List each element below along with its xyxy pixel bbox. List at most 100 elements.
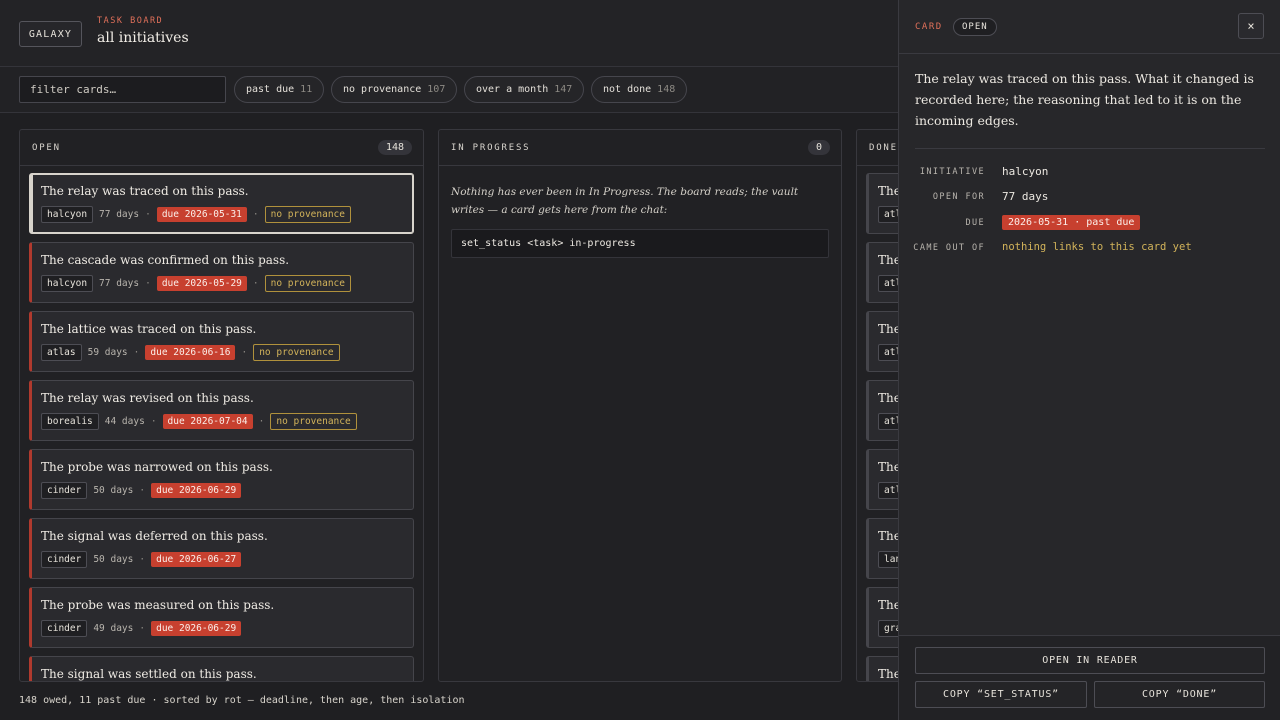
close-icon: × (1247, 19, 1255, 33)
due-badge: due 2026-06-29 (151, 621, 242, 636)
task-card[interactable]: The signal was deferred on this pass. ci… (29, 518, 414, 579)
chip-count: 107 (427, 84, 446, 95)
due-badge: due 2026-06-16 (145, 345, 236, 360)
copy-done-button[interactable]: COPY “DONE” (1094, 681, 1265, 708)
filter-chip-no-provenance[interactable]: no provenance 107 (331, 76, 458, 103)
meta-separator: · (133, 347, 140, 358)
chip-count: 147 (554, 84, 573, 95)
chip-label: over a month (476, 84, 549, 95)
column-title: DONE (869, 142, 898, 153)
provenance-badge: no provenance (264, 206, 351, 223)
meta-separator: · (258, 416, 265, 427)
meta-separator: · (252, 209, 259, 220)
filter-input[interactable] (19, 76, 226, 103)
meta-separator: · (139, 623, 146, 634)
page-title: all initiatives (97, 30, 189, 46)
card-age: 44 days (104, 416, 145, 427)
initiative-tag: cinder (41, 482, 88, 499)
column-title: OPEN (32, 142, 61, 153)
chip-label: no provenance (343, 84, 422, 95)
chip-count: 148 (657, 84, 676, 95)
card-title: The lattice was traced on this pass. (41, 322, 257, 336)
column-count: 148 (377, 140, 412, 155)
card-description: The relay was traced on this pass. What … (915, 71, 1254, 128)
status-badge: OPEN (953, 18, 997, 36)
meta-separator: · (145, 278, 151, 289)
card-age: 59 days (87, 347, 128, 358)
initiative-tag: atlas (41, 344, 82, 361)
due-label: DUE (965, 218, 985, 228)
empty-column-note: Nothing has ever been in In Progress. Th… (451, 186, 799, 216)
initiative-label: INITIATIVE (919, 167, 985, 177)
came-out-of-value: nothing links to this card yet (1002, 241, 1192, 253)
task-card[interactable]: The probe was measured on this pass. cin… (29, 587, 414, 648)
filter-chip-past-due[interactable]: past due 11 (234, 76, 325, 103)
filter-chip-over-a-month[interactable]: over a month 147 (464, 76, 585, 103)
divider (915, 148, 1265, 149)
column-title: IN PROGRESS (451, 142, 531, 153)
chip-count: 11 (300, 84, 313, 95)
logo-button[interactable]: GALAXY (19, 21, 82, 47)
copy-set-status-button[interactable]: COPY “SET_STATUS” (915, 681, 1087, 708)
card-age: 50 days (93, 485, 134, 496)
card-age: 50 days (93, 554, 134, 565)
task-card[interactable]: The cascade was confirmed on this pass. … (29, 242, 414, 303)
provenance-badge: no provenance (253, 344, 340, 361)
meta-separator: · (150, 416, 157, 427)
initiative-tag: cinder (41, 551, 88, 568)
meta-separator: · (241, 347, 248, 358)
card-title: The cascade was confirmed on this pass. (41, 253, 290, 267)
task-card[interactable]: The relay was revised on this pass. bore… (29, 380, 414, 441)
chip-label: past due (246, 84, 295, 95)
column-header: OPEN 148 (20, 130, 423, 166)
column-header: IN PROGRESS 0 (439, 130, 841, 166)
close-button[interactable]: × (1238, 13, 1264, 39)
task-card[interactable]: The relay was traced on this pass. halcy… (29, 173, 414, 234)
chip-label: not done (603, 84, 652, 95)
card-age: 77 days (99, 278, 140, 289)
status-bar: 148 owed, 11 past due · sorted by rot — … (19, 695, 465, 706)
open-for-label: OPEN FOR (932, 192, 985, 202)
provenance-badge: no provenance (270, 413, 357, 430)
meta-separator: · (139, 485, 146, 496)
command-snippet: set_status <task> in-progress (451, 229, 829, 258)
card-title: The probe was measured on this pass. (41, 598, 275, 612)
card-age: 49 days (93, 623, 134, 634)
card-title: The relay was traced on this pass. (41, 184, 249, 198)
provenance-badge: no provenance (264, 275, 351, 292)
initiative-tag: halcyon (41, 206, 94, 223)
column-in-progress: IN PROGRESS 0 Nothing has ever been in I… (438, 129, 842, 682)
due-badge: due 2026-05-31 (156, 207, 247, 222)
open-for-value: 77 days (1002, 190, 1049, 203)
came-out-of-label: CAME OUT OF (913, 243, 985, 253)
column-count: 0 (807, 140, 830, 155)
task-card[interactable]: The lattice was traced on this pass. atl… (29, 311, 414, 372)
due-badge: due 2026-06-27 (151, 552, 242, 567)
meta-separator: · (252, 278, 259, 289)
task-card[interactable]: The signal was settled on this pass. (29, 656, 414, 681)
initiative-tag: halcyon (41, 275, 94, 292)
initiative-tag: cinder (41, 620, 88, 637)
card-title: The probe was narrowed on this pass. (41, 460, 273, 474)
due-badge: due 2026-07-04 (162, 414, 253, 429)
card-title: The relay was revised on this pass. (41, 391, 254, 405)
due-value: 2026-05-31 · past due (1002, 215, 1141, 230)
open-in-reader-button[interactable]: OPEN IN READER (915, 647, 1265, 674)
due-badge: due 2026-05-29 (156, 276, 247, 291)
panel-footer: OPEN IN READER COPY “SET_STATUS” COPY “D… (899, 635, 1280, 720)
filter-chip-not-done[interactable]: not done 148 (591, 76, 688, 103)
card-title: The signal was settled on this pass. (41, 667, 257, 681)
card-detail-panel: CARD OPEN × The relay was traced on this… (898, 0, 1280, 720)
panel-header: CARD OPEN × (899, 0, 1280, 54)
column-open: OPEN 148 The relay was traced on this pa… (19, 129, 424, 682)
initiative-tag: borealis (41, 413, 99, 430)
page-eyebrow: TASK BOARD (97, 16, 164, 26)
due-badge: due 2026-06-29 (151, 483, 242, 498)
task-card[interactable]: The probe was narrowed on this pass. cin… (29, 449, 414, 510)
meta-separator: · (145, 209, 151, 220)
meta-separator: · (139, 554, 146, 565)
card-title: The signal was deferred on this pass. (41, 529, 268, 543)
initiative-value: halcyon (1002, 165, 1049, 178)
panel-label: CARD (915, 22, 943, 32)
card-age: 77 days (99, 209, 140, 220)
